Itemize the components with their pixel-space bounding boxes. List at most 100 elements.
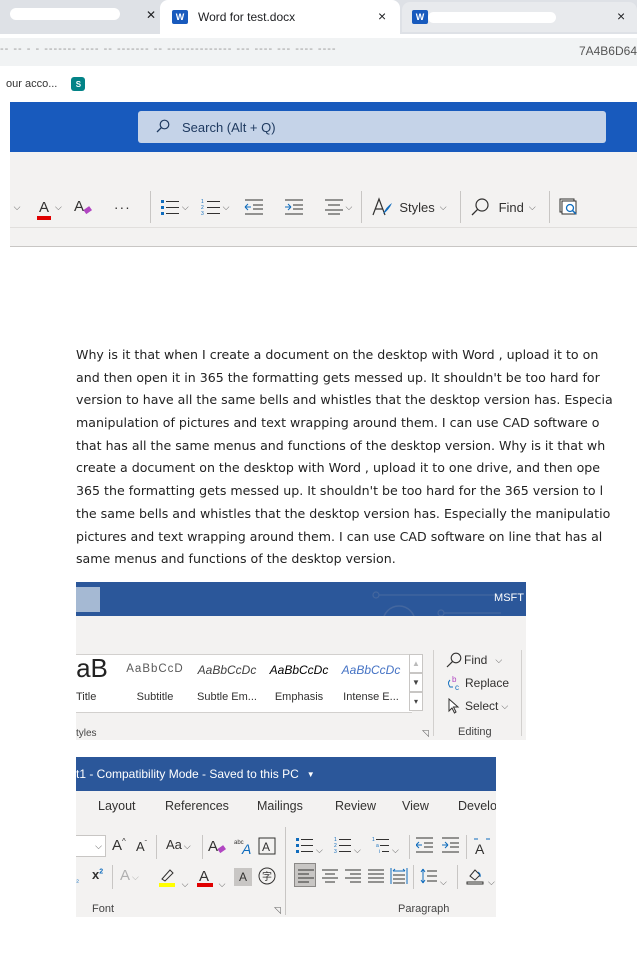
find-label: Find bbox=[464, 653, 488, 667]
gallery-scroll-up-icon[interactable]: ▲ bbox=[409, 654, 423, 673]
paragraph-group-label: Paragraph bbox=[398, 903, 450, 915]
browser-tab-strip: ✕ W Word for test.docx × W × bbox=[0, 0, 637, 34]
style-preview: AaBbCcDc bbox=[197, 663, 257, 677]
word-app-icon: W bbox=[172, 10, 188, 24]
svg-text:3: 3 bbox=[201, 211, 204, 216]
immersive-reader-button[interactable] bbox=[556, 194, 582, 220]
style-preview: AaBbCcDc bbox=[341, 663, 401, 677]
tab-mailings[interactable]: Mailings bbox=[257, 799, 303, 813]
style-intense-emphasis[interactable]: AaBbCcDc Intense E... bbox=[338, 655, 404, 714]
word-app-icon: W bbox=[412, 10, 428, 24]
search-box[interactable]: Search (Alt + Q) bbox=[138, 111, 606, 143]
word-online-ribbon: ⌵ A ⌵ A ··· ⌵ 123 ⌵ ⌵ Styles ⌵ Find ⌵ bbox=[10, 152, 637, 247]
close-tab-icon[interactable]: × bbox=[617, 8, 625, 24]
dialog-launcher-icon[interactable]: ◹ bbox=[422, 728, 429, 739]
document-line: create a document on the desktop with Wo… bbox=[76, 460, 601, 476]
document-line: and then open it in 365 the formatting g… bbox=[76, 369, 600, 385]
toolbar-separator bbox=[413, 865, 414, 889]
styles-button[interactable]: Styles ⌵ bbox=[368, 194, 449, 220]
toolbar-separator bbox=[361, 191, 363, 223]
bullet-list-icon bbox=[160, 200, 179, 215]
redacted-url: -- -- - - ------- ---- -- ------- -- ---… bbox=[0, 43, 337, 55]
text-direction-icon[interactable]: A bbox=[472, 837, 492, 858]
style-emphasis[interactable]: AaBbCcDc Emphasis bbox=[266, 655, 332, 714]
sharepoint-icon[interactable]: S bbox=[71, 77, 86, 91]
align-center-icon[interactable] bbox=[321, 867, 339, 888]
bookmark-item[interactable]: our acco... bbox=[6, 78, 57, 90]
shading-icon[interactable]: ⌵ bbox=[466, 867, 495, 888]
increase-indent-icon[interactable] bbox=[442, 837, 460, 856]
decrease-indent-button[interactable] bbox=[241, 194, 267, 220]
style-preview: aB bbox=[76, 653, 108, 683]
svg-text:A: A bbox=[475, 841, 485, 855]
tab-references[interactable]: References bbox=[165, 799, 229, 813]
gallery-more-icon[interactable]: ▾ bbox=[409, 692, 423, 711]
decrease-indent-icon[interactable] bbox=[415, 837, 434, 856]
svg-text:1: 1 bbox=[372, 837, 375, 843]
redacted-tab-title bbox=[10, 8, 120, 20]
style-label: Subtle Em... bbox=[197, 691, 257, 703]
distributed-icon[interactable] bbox=[390, 867, 408, 888]
bullets-button[interactable]: ⌵ bbox=[157, 194, 192, 220]
bullets-icon[interactable]: ⌵ bbox=[296, 837, 323, 856]
dialog-launcher-icon[interactable]: ◹ bbox=[274, 905, 281, 916]
align-right-icon[interactable] bbox=[344, 867, 362, 888]
multilevel-list-icon[interactable]: 1 a i ⌵ bbox=[372, 837, 399, 856]
numbering-icon[interactable]: 1 2 3 ⌵ bbox=[334, 837, 361, 856]
group-separator bbox=[521, 650, 522, 736]
style-title[interactable]: aB Title bbox=[76, 653, 114, 714]
svg-text:i: i bbox=[379, 849, 380, 853]
quick-access-box bbox=[76, 587, 100, 612]
increase-indent-button[interactable] bbox=[281, 194, 307, 220]
account-label: MSFT bbox=[494, 592, 524, 604]
document-body[interactable]: Why is it that when I create a document … bbox=[76, 344, 637, 571]
replace-icon: bc bbox=[448, 675, 459, 691]
tab-title: Word for test.docx bbox=[198, 10, 296, 24]
svg-text:3: 3 bbox=[334, 849, 337, 853]
embedded-image-font-ribbon[interactable]: t1 - Compatibility Mode - Saved to this … bbox=[76, 757, 496, 917]
line-spacing-icon[interactable]: ⌵ bbox=[420, 867, 447, 888]
document-line: pictures and text wrapping around them. … bbox=[76, 528, 603, 544]
style-preview: AaBbCcD bbox=[126, 663, 184, 675]
ribbon-toolbar: ⌵ A ⌵ A ··· ⌵ 123 ⌵ ⌵ Styles ⌵ Find ⌵ bbox=[10, 191, 637, 223]
svg-text:c: c bbox=[455, 683, 459, 691]
numbering-button[interactable]: 123 ⌵ bbox=[198, 194, 233, 220]
replace-button[interactable]: bc Replace bbox=[446, 675, 509, 691]
group-separator bbox=[433, 650, 434, 736]
address-bar[interactable]: -- -- - - ------- ---- -- ------- -- ---… bbox=[0, 38, 637, 66]
font-color-icon: A bbox=[37, 199, 52, 220]
align-left-icon[interactable] bbox=[297, 867, 315, 888]
find-button[interactable]: Find ⌵ bbox=[467, 194, 539, 220]
select-label: Select bbox=[465, 699, 499, 713]
document-line: 365 the formatting gets messed up. It sh… bbox=[76, 483, 604, 499]
tab-review[interactable]: Review bbox=[335, 799, 376, 813]
find-button[interactable]: Find ⌵ bbox=[446, 652, 502, 668]
style-subtle-emphasis[interactable]: AaBbCcDc Subtle Em... bbox=[192, 655, 262, 714]
justify-icon[interactable] bbox=[367, 867, 385, 888]
desktop-menu-tabs: Layout References Mailings Review View D… bbox=[76, 795, 496, 819]
align-button[interactable]: ⌵ bbox=[321, 194, 356, 220]
select-button[interactable]: Select ⌵ bbox=[446, 698, 508, 714]
title-dropdown-icon[interactable]: ▼ bbox=[307, 770, 315, 779]
browser-tab-3[interactable]: W × bbox=[402, 2, 637, 32]
more-options-button[interactable]: ··· bbox=[111, 194, 134, 220]
browser-tab-1[interactable]: ✕ bbox=[10, 0, 160, 34]
circuit-decoration-icon bbox=[372, 591, 501, 616]
close-tab-icon[interactable]: × bbox=[378, 8, 386, 24]
tab-layout[interactable]: Layout bbox=[98, 799, 136, 813]
gallery-scroll-down-icon[interactable]: ▼ bbox=[409, 673, 423, 692]
desktop-title-bar: t1 - Compatibility Mode - Saved to this … bbox=[76, 757, 496, 791]
embedded-image-styles-ribbon[interactable]: MSFT aB Title AaBbCcD Subtitle AaBbCcDc … bbox=[76, 582, 526, 740]
decrease-indent-icon bbox=[244, 199, 263, 215]
tab-view[interactable]: View bbox=[402, 799, 429, 813]
font-dropdown-chevron[interactable]: ⌵ bbox=[10, 194, 22, 220]
document-line: that has all the same menus and function… bbox=[76, 437, 606, 453]
clear-formatting-button[interactable]: A bbox=[71, 194, 97, 220]
search-icon bbox=[156, 119, 170, 136]
browser-tab-word-for-test[interactable]: W Word for test.docx × bbox=[160, 0, 400, 34]
editing-group-label: Editing bbox=[458, 726, 492, 738]
tab-developer[interactable]: Develo bbox=[458, 799, 496, 813]
style-subtitle[interactable]: AaBbCcD Subtitle bbox=[122, 655, 188, 714]
close-tab-icon[interactable]: ✕ bbox=[146, 8, 156, 22]
font-color-button[interactable]: A ⌵ bbox=[36, 194, 65, 220]
